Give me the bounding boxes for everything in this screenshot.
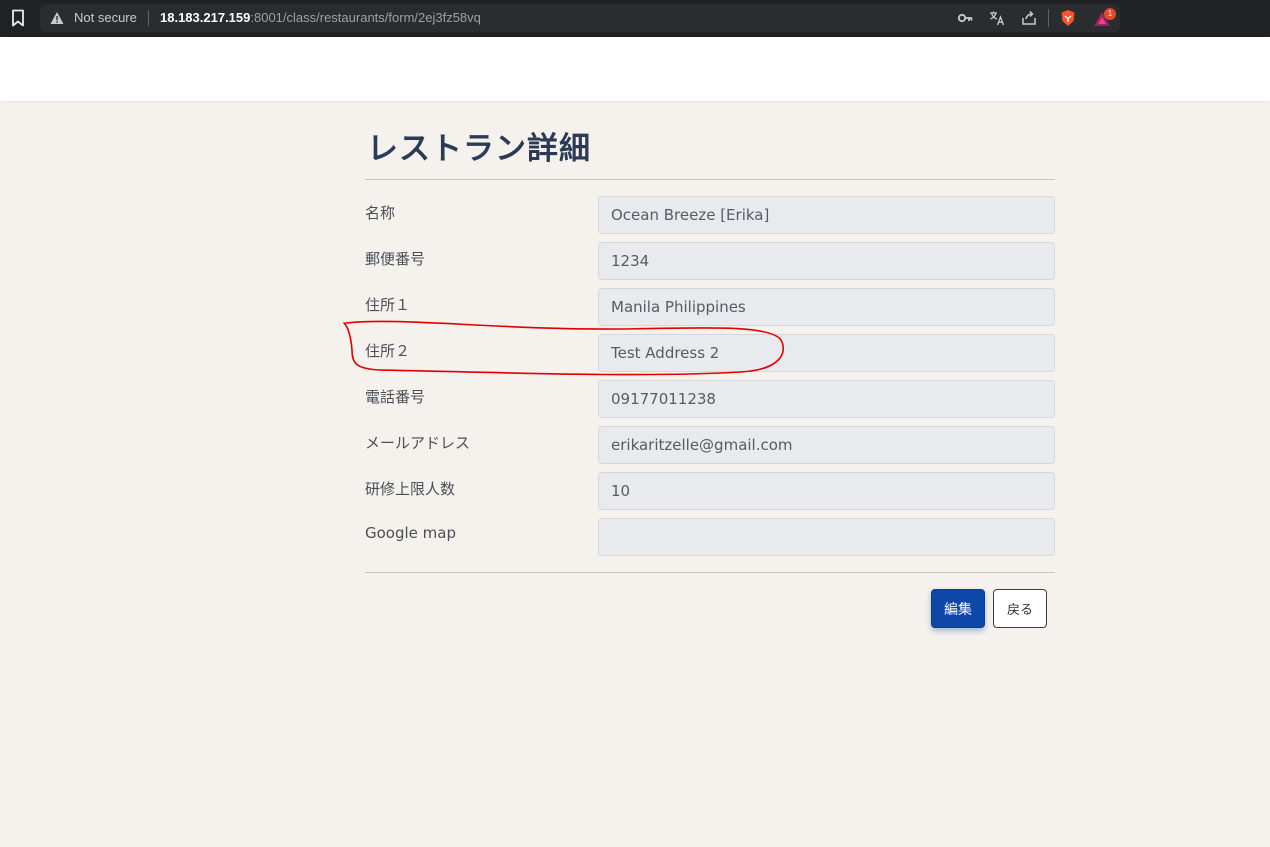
phone-field[interactable] — [598, 380, 1055, 418]
field-label: メールアドレス — [365, 434, 471, 452]
brave-shield-icon[interactable] — [1059, 9, 1077, 27]
site-header — [0, 37, 1270, 101]
field-row-google-map: Google map — [365, 518, 1055, 556]
field-row-address-1: 住所１ — [365, 288, 1055, 326]
back-button[interactable]: 戻る — [993, 589, 1047, 628]
field-row-name: 名称 — [365, 196, 1055, 234]
divider — [365, 572, 1055, 573]
translate-icon[interactable] — [989, 10, 1005, 26]
training-limit-field[interactable] — [598, 472, 1055, 510]
address-2-field[interactable] — [598, 334, 1055, 372]
field-label: 名称 — [365, 204, 396, 222]
browser-toolbar: Not secure 18.183.217.159:8001/class/res… — [0, 0, 1270, 37]
field-row-phone: 電話番号 — [365, 380, 1055, 418]
omnibox-divider — [148, 10, 149, 26]
warning-icon[interactable] — [50, 11, 64, 25]
url-path: :8001/class/restaurants/form/2ej3fz58vq — [250, 10, 481, 25]
email-field[interactable] — [598, 426, 1055, 464]
page-title: レストラン詳細 — [367, 131, 591, 167]
google-map-field[interactable] — [598, 518, 1055, 556]
address-1-field[interactable] — [598, 288, 1055, 326]
notification-badge: 1 — [1104, 8, 1116, 20]
omnibox-separator — [1048, 9, 1049, 27]
field-label: 住所１ — [365, 296, 411, 314]
field-row-address-2: 住所２ — [365, 334, 1055, 372]
name-field[interactable] — [598, 196, 1055, 234]
edit-button[interactable]: 編集 — [931, 589, 985, 628]
field-label: 住所２ — [365, 342, 411, 360]
field-label: 電話番号 — [365, 388, 426, 406]
security-label[interactable]: Not secure — [74, 10, 137, 25]
field-row-training-limit: 研修上限人数 — [365, 472, 1055, 510]
address-bar[interactable]: Not secure 18.183.217.159:8001/class/res… — [40, 4, 1120, 32]
field-row-email: メールアドレス — [365, 426, 1055, 464]
field-label: 研修上限人数 — [365, 480, 456, 498]
field-label: Google map — [365, 524, 456, 542]
url-host: 18.183.217.159 — [160, 10, 251, 25]
share-icon[interactable] — [1021, 10, 1037, 26]
url-text[interactable]: 18.183.217.159:8001/class/restaurants/fo… — [160, 10, 481, 25]
postal-code-field[interactable] — [598, 242, 1055, 280]
field-label: 郵便番号 — [365, 250, 426, 268]
divider — [365, 179, 1055, 180]
field-row-postal-code: 郵便番号 — [365, 242, 1055, 280]
key-icon[interactable] — [957, 10, 973, 26]
bookmark-icon[interactable] — [10, 9, 26, 27]
